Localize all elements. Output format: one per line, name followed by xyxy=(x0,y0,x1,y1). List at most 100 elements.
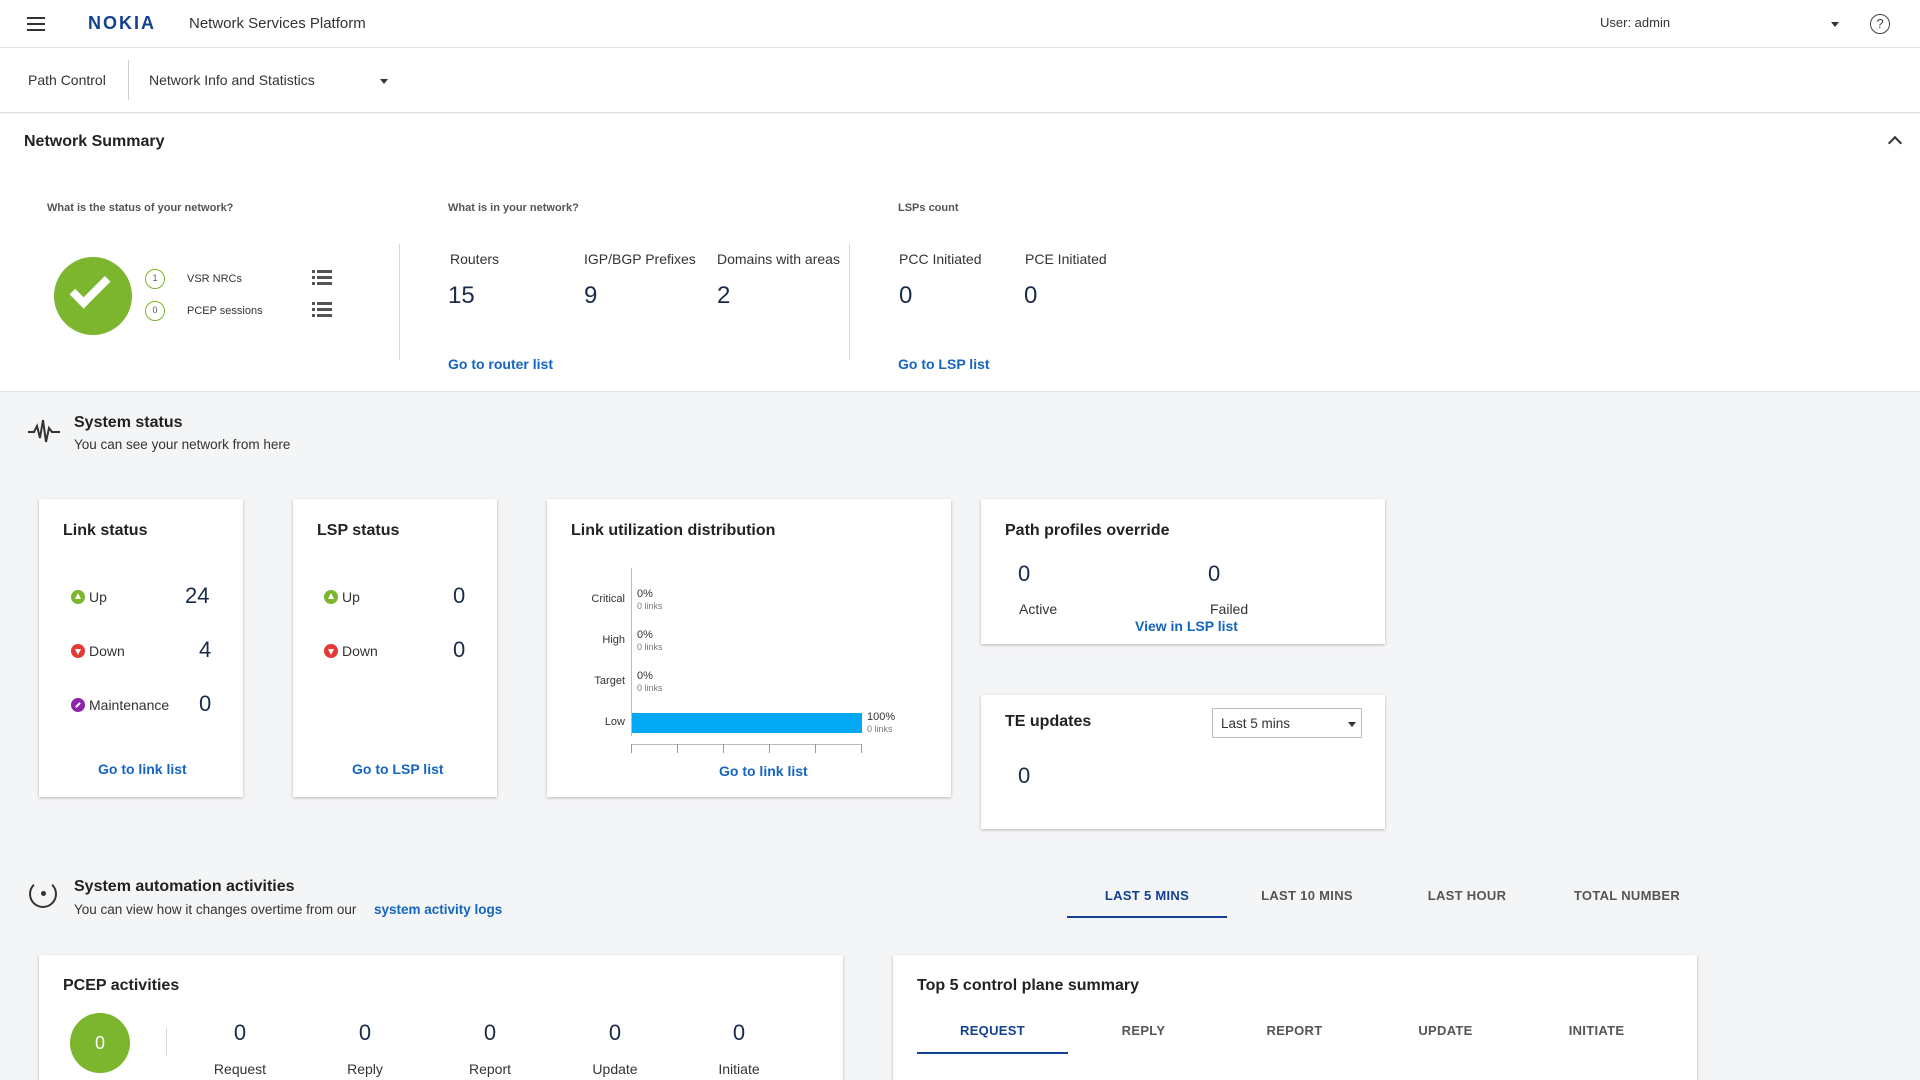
lsp-down-value: 0 xyxy=(453,637,466,662)
status-question: What is the status of your network? xyxy=(47,202,234,214)
network-summary-panel: Network Summary What is the status of yo… xyxy=(0,114,1920,392)
chart-tick xyxy=(631,744,632,753)
list-icon[interactable] xyxy=(312,270,332,285)
pcep-activities-title: PCEP activities xyxy=(63,977,180,994)
chart-category-label: Critical xyxy=(591,593,625,605)
routers-label: Routers xyxy=(450,251,500,267)
breadcrumb-path-control[interactable]: Path Control xyxy=(28,72,106,88)
lsp-up-label: Up xyxy=(342,589,360,605)
domains-label: Domains with areas xyxy=(717,251,840,267)
active-label: Active xyxy=(1019,601,1058,617)
te-range-value: Last 5 mins xyxy=(1221,716,1291,731)
chart-tick xyxy=(677,744,678,753)
prefixes-value: 9 xyxy=(584,282,598,309)
chevron-down-icon[interactable] xyxy=(380,79,388,84)
lsp-list-link[interactable]: Go to LSP list xyxy=(898,356,990,372)
chart-tick xyxy=(815,744,816,753)
divider xyxy=(849,244,850,360)
arrow-up-icon xyxy=(324,590,338,604)
activity-logs-link[interactable]: system activity logs xyxy=(374,902,502,917)
view-select[interactable]: Network Info and Statistics xyxy=(149,72,315,88)
maintenance-icon xyxy=(71,698,85,712)
arrow-up-icon xyxy=(71,590,85,604)
chart-value-label: 100% xyxy=(867,711,896,723)
link-status-title: Link status xyxy=(63,522,148,539)
brand-logo: NOKIA xyxy=(88,13,156,33)
link-utilization-title: Link utilization distribution xyxy=(571,522,776,539)
user-menu[interactable]: User: admin xyxy=(1600,15,1670,30)
lsp-status-card: LSP status Up 0 Down 0 Go to LSP list xyxy=(293,499,497,797)
menu-icon[interactable] xyxy=(27,17,45,31)
tab-underline xyxy=(1067,916,1227,918)
arrow-down-icon xyxy=(324,644,338,658)
lsp-list-link[interactable]: Go to LSP list xyxy=(352,761,444,777)
pcep-label: PCEP sessions xyxy=(187,305,263,317)
router-list-link[interactable]: Go to router list xyxy=(448,356,553,372)
chart-category-label: High xyxy=(602,634,625,646)
link-list-link[interactable]: Go to link list xyxy=(719,763,808,779)
chart-bar xyxy=(632,713,862,733)
view-in-lsp-list-link[interactable]: View in LSP list xyxy=(1135,618,1238,634)
tab-reply[interactable]: REPLY xyxy=(1068,1023,1219,1038)
domains-value: 2 xyxy=(717,282,731,309)
tab-last-hour[interactable]: LAST HOUR xyxy=(1387,888,1547,903)
tab-report[interactable]: REPORT xyxy=(1219,1023,1370,1038)
network-summary-title: Network Summary xyxy=(24,133,165,150)
chart-value-label: 0% xyxy=(637,670,653,682)
chart-sub-label: 0 links xyxy=(637,683,663,693)
divider xyxy=(166,1028,167,1056)
pcep-request-value: 0 xyxy=(233,1020,247,1045)
chart-y-axis xyxy=(631,568,632,736)
link-maintenance-value: 0 xyxy=(199,691,212,716)
failed-label: Failed xyxy=(1210,601,1249,617)
chevron-down-icon xyxy=(1348,722,1356,727)
vsr-count-badge: 1 xyxy=(145,269,165,289)
te-range-select[interactable]: Last 5 mins xyxy=(1212,708,1362,738)
lsp-question: LSPs count xyxy=(898,202,959,214)
help-icon[interactable]: ? xyxy=(1870,14,1890,34)
active-value: 0 xyxy=(1018,561,1031,586)
network-ok-icon xyxy=(54,257,132,335)
pcep-update-label: Update xyxy=(592,1061,638,1077)
chart-value-label: 0% xyxy=(637,629,653,641)
pcep-update-value: 0 xyxy=(608,1020,622,1045)
pcc-label: PCC Initiated xyxy=(899,251,982,267)
link-list-link[interactable]: Go to link list xyxy=(98,761,187,777)
list-icon[interactable] xyxy=(312,302,332,317)
link-down-value: 4 xyxy=(199,637,212,662)
system-status-subtitle: You can see your network from here xyxy=(74,437,291,452)
tab-update[interactable]: UPDATE xyxy=(1370,1023,1521,1038)
te-updates-value: 0 xyxy=(1018,763,1031,788)
lsp-up-value: 0 xyxy=(453,583,466,608)
network-question: What is in your network? xyxy=(448,202,579,214)
te-updates-title: TE updates xyxy=(1005,713,1092,730)
vsr-label: VSR NRCs xyxy=(187,273,243,285)
chart-category-label: Low xyxy=(604,716,625,728)
control-plane-card: Top 5 control plane summary xyxy=(893,955,1697,1080)
failed-value: 0 xyxy=(1208,561,1221,586)
tab-last-10-mins[interactable]: LAST 10 MINS xyxy=(1227,888,1387,903)
pcc-value: 0 xyxy=(899,282,913,309)
chevron-up-icon[interactable] xyxy=(1887,135,1903,151)
tab-last-5-mins[interactable]: LAST 5 MINS xyxy=(1067,888,1227,903)
chart-sub-label: 0 links xyxy=(637,642,663,652)
chart-value-label: 0% xyxy=(637,588,653,600)
tab-total-number[interactable]: TOTAL NUMBER xyxy=(1547,888,1707,903)
pcep-initiate-value: 0 xyxy=(732,1020,746,1045)
pcep-report-value: 0 xyxy=(483,1020,497,1045)
arrow-down-icon xyxy=(71,644,85,658)
lsp-down-label: Down xyxy=(342,643,378,659)
nav-divider xyxy=(128,60,129,100)
automation-title: System automation activities xyxy=(74,878,295,895)
tab-request[interactable]: REQUEST xyxy=(917,1023,1068,1038)
divider xyxy=(399,244,400,360)
chart-tick xyxy=(861,744,862,753)
pcep-report-label: Report xyxy=(468,1061,512,1077)
tab-initiate[interactable]: INITIATE xyxy=(1521,1023,1672,1038)
prefixes-label: IGP/BGP Prefixes xyxy=(584,251,696,267)
link-utilization-card: Link utilization distribution Go to link… xyxy=(547,499,951,797)
chart-tick xyxy=(723,744,724,753)
pcep-total-badge: 0 xyxy=(70,1013,130,1073)
chevron-down-icon[interactable] xyxy=(1831,22,1839,27)
chart-tick xyxy=(769,744,770,753)
